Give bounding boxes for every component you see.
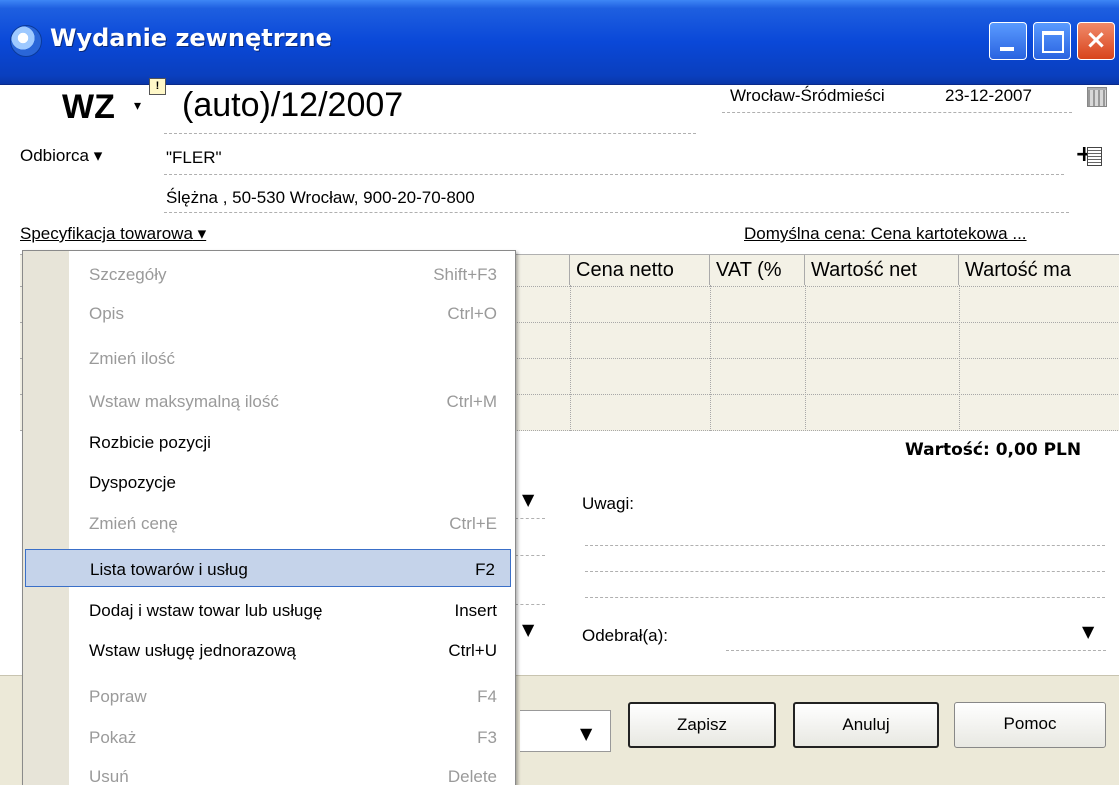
column-header[interactable]: Wartość ma [959,255,1119,285]
date-field[interactable]: 23-12-2007 [945,86,1032,106]
notes-line[interactable] [585,545,1105,546]
menu-item-description[interactable]: Opis Ctrl+O [71,294,511,332]
received-by-label: Odebrał(a): [582,626,668,645]
grid-col-line [805,285,807,431]
grid-col-line [570,285,572,431]
menu-item-one-time-service[interactable]: Wstaw usługę jednorazową Ctrl+U [71,631,511,669]
column-header[interactable]: Cena netto [570,255,710,285]
grid-col-line [710,285,712,431]
help-button[interactable]: Pomoc [954,702,1106,748]
menu-item-show[interactable]: Pokaż F3 [71,718,511,756]
field-underline [515,555,545,556]
menu-item-delete[interactable]: Usuń Delete [71,757,511,785]
menu-item-dispositions[interactable]: Dyspozycje [71,463,511,501]
customer-label[interactable]: Odbiorca ▾ [20,146,102,166]
default-price-link[interactable]: Domyślna cena: Cena kartotekowa ... [744,224,1027,244]
customer-underline [164,174,1064,175]
grid-col-line [959,285,961,431]
menu-item-change-price[interactable]: Zmień cenę Ctrl+E [71,504,511,542]
main-window: Wydanie zewnętrzne × WZ ▾ ! (auto)/12/20… [0,0,1119,785]
chevron-down-icon[interactable]: ▼ [1082,622,1094,641]
menu-gutter [23,251,69,785]
warning-flag-icon[interactable]: ! [149,78,166,95]
title-bar[interactable]: Wydanie zewnętrzne × [0,0,1119,85]
save-button[interactable]: Zapisz [628,702,776,748]
column-header[interactable]: Wartość net [805,255,959,285]
total-value: Wartość: 0,00 PLN [905,440,1082,460]
menu-item-edit[interactable]: Popraw F4 [71,677,511,715]
chevron-down-icon[interactable]: ▼ [522,490,534,509]
doc-number[interactable]: (auto)/12/2007 [182,86,403,125]
menu-item-max-qty[interactable]: Wstaw maksymalną ilość Ctrl+M [71,382,511,420]
menu-item-product-list[interactable]: Lista towarów i usług F2 [25,549,511,587]
field-underline [515,518,545,519]
close-button[interactable]: × [1077,22,1115,60]
maximize-button[interactable] [1033,22,1071,60]
context-menu: Szczegóły Shift+F3 Opis Ctrl+O Zmień ilość… [22,250,516,785]
column-header[interactable]: VAT (% [710,255,805,285]
spec-menu-label[interactable]: Specyfikacja towarowa ▾ [20,224,206,244]
menu-item-split-position[interactable]: Rozbicie pozycji [71,423,511,461]
received-by-field[interactable] [726,650,1106,651]
customer-list-icon[interactable] [1087,147,1102,166]
doc-number-underline [164,133,696,134]
menu-item-change-qty[interactable]: Zmień ilość [71,339,511,377]
address-underline [164,212,1069,213]
notes-line[interactable] [585,571,1105,572]
header-underline [722,112,1072,113]
doc-type-dropdown-icon[interactable]: ▾ [134,98,141,114]
minimize-button[interactable] [989,22,1027,60]
chevron-down-icon[interactable]: ▼ [580,724,592,743]
app-icon[interactable] [10,25,42,57]
window-title: Wydanie zewnętrzne [50,24,332,52]
chevron-down-icon[interactable]: ▼ [522,620,534,639]
doc-type[interactable]: WZ [62,88,115,127]
calendar-icon[interactable] [1087,87,1107,107]
notes-label: Uwagi: [582,494,634,513]
customer-address: Ślężna , 50-530 Wrocław, 900-20-70-800 [166,188,475,207]
close-icon: × [1085,25,1107,55]
cancel-button[interactable]: Anuluj [793,702,939,748]
menu-item-details[interactable]: Szczegóły Shift+F3 [71,255,511,293]
notes-line[interactable] [585,597,1105,598]
location-field[interactable]: Wrocław-Śródmieści [730,86,885,106]
menu-item-add-product[interactable]: Dodaj i wstaw towar lub usługę Insert [71,591,511,629]
customer-name[interactable]: "FLER" [166,148,222,168]
bottom-combo[interactable] [520,710,611,752]
field-underline [515,604,545,605]
